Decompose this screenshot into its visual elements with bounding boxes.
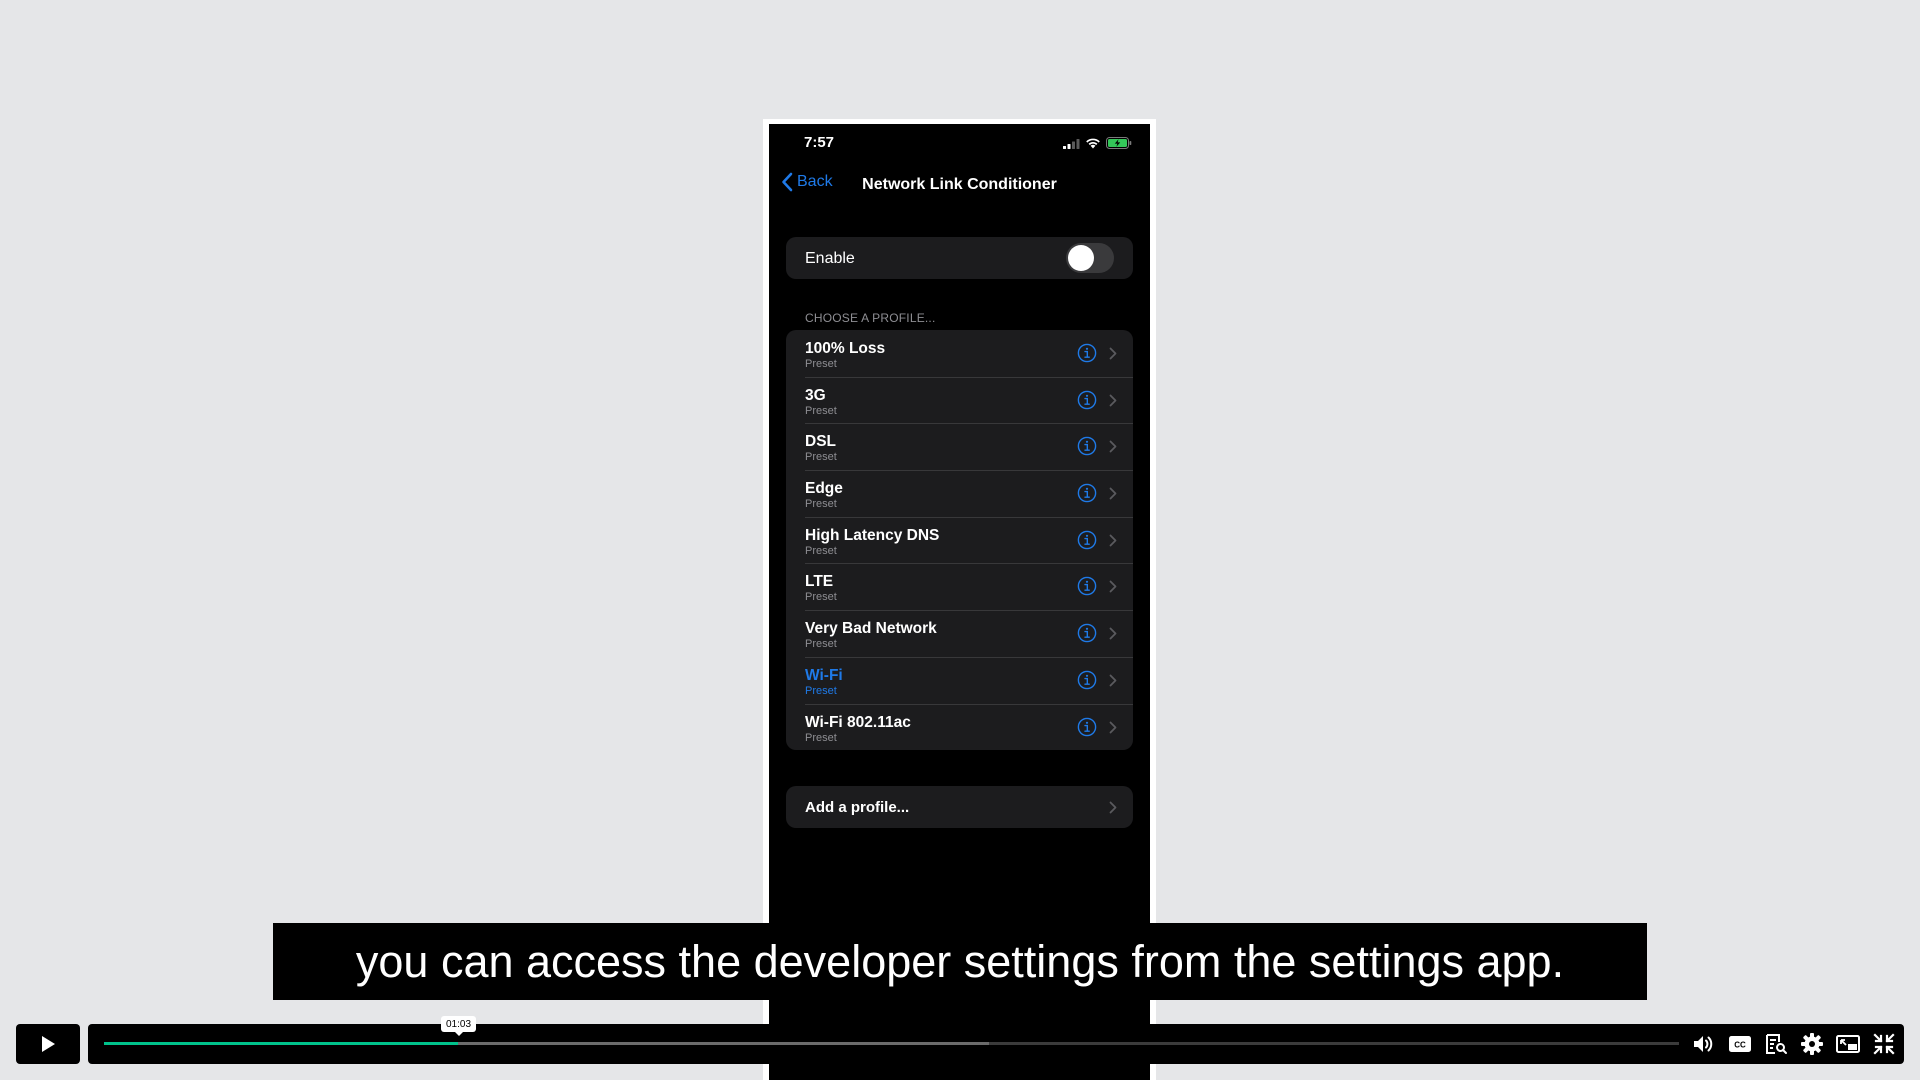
chevron-right-icon	[1109, 347, 1117, 360]
chevron-right-icon	[1109, 721, 1117, 733]
profiles-list: 100% Loss Preset 3G Preset DSL Preset Edge Pres…	[786, 330, 1133, 751]
profile-subtitle: Preset	[805, 498, 837, 511]
cellular-signal-icon	[1063, 138, 1080, 149]
add-profile-label: Add a profile...	[805, 799, 910, 816]
info-icon[interactable]	[1077, 670, 1097, 690]
profile-subtitle: Preset	[805, 451, 837, 464]
enable-toggle[interactable]	[1066, 243, 1114, 273]
transcript-icon[interactable]	[1764, 1032, 1788, 1056]
add-profile-button[interactable]: Add a profile...	[786, 786, 1133, 828]
volume-icon[interactable]	[1692, 1032, 1716, 1056]
profile-row[interactable]: LTE Preset	[786, 563, 1133, 610]
profile-name: Edge	[805, 480, 843, 498]
player-controls: CC	[1692, 1032, 1896, 1056]
chevron-right-icon	[1109, 534, 1117, 547]
navigation-bar: Back Network Link Conditioner	[769, 172, 1150, 202]
profile-row[interactable]: Wi-Fi 802.11ac Preset	[786, 703, 1133, 751]
info-icon[interactable]	[1077, 623, 1097, 643]
play-button[interactable]	[16, 1024, 80, 1064]
info-icon[interactable]	[1077, 717, 1097, 737]
info-icon[interactable]	[1077, 530, 1097, 550]
wifi-icon	[1086, 138, 1100, 149]
status-bar: 7:57	[769, 124, 1150, 158]
video-player: 7:57 Back Network Link Conditioner Enabl…	[0, 0, 1920, 1080]
profile-name: LTE	[805, 573, 834, 591]
profile-row[interactable]: High Latency DNS Preset	[786, 516, 1133, 564]
profile-row[interactable]: 100% Loss Preset	[786, 330, 1133, 377]
profile-row[interactable]: Edge Preset	[786, 470, 1133, 517]
profile-row[interactable]: DSL Preset	[786, 423, 1133, 470]
profile-row[interactable]: Wi-Fi Preset	[786, 656, 1133, 704]
profile-name: Wi-Fi 802.11ac	[805, 713, 911, 731]
section-header: CHOOSE A PROFILE...	[805, 311, 936, 325]
profile-subtitle: Preset	[805, 591, 837, 604]
profile-subtitle: Preset	[805, 684, 837, 697]
info-icon[interactable]	[1077, 343, 1097, 363]
info-icon[interactable]	[1077, 390, 1097, 410]
page-title: Network Link Conditioner	[862, 176, 1057, 193]
control-bar: CC	[88, 1024, 1904, 1064]
picture-in-picture-icon[interactable]	[1836, 1032, 1860, 1056]
info-icon[interactable]	[1077, 436, 1097, 456]
chevron-right-icon	[1109, 487, 1117, 500]
profile-name: Wi-Fi	[805, 666, 843, 684]
toggle-knob	[1068, 245, 1094, 271]
battery-charging-icon	[1106, 137, 1132, 149]
exit-fullscreen-icon[interactable]	[1872, 1032, 1896, 1056]
profile-subtitle: Preset	[805, 731, 837, 744]
profile-name: DSL	[805, 433, 836, 451]
status-icons	[1063, 137, 1132, 149]
info-icon[interactable]	[1077, 576, 1097, 596]
enable-row: Enable	[786, 237, 1133, 279]
play-icon	[42, 1036, 55, 1052]
profile-name: Very Bad Network	[805, 620, 937, 638]
profile-subtitle: Preset	[805, 404, 837, 417]
progress-bar[interactable]	[104, 1042, 1679, 1045]
profile-subtitle: Preset	[805, 358, 837, 370]
chevron-right-icon	[1109, 801, 1117, 814]
info-icon[interactable]	[1077, 483, 1097, 503]
chevron-right-icon	[1109, 581, 1117, 593]
profile-subtitle: Preset	[805, 638, 837, 651]
chevron-right-icon	[1109, 394, 1117, 407]
time-tooltip: 01:03	[441, 1016, 476, 1036]
profile-name: 100% Loss	[805, 340, 886, 357]
settings-icon[interactable]	[1800, 1032, 1824, 1056]
profile-row[interactable]: 3G Preset	[786, 376, 1133, 424]
chevron-right-icon	[1109, 440, 1117, 453]
closed-captions-icon[interactable]: CC	[1728, 1032, 1752, 1056]
status-time: 7:57	[804, 134, 835, 151]
enable-label: Enable	[805, 250, 855, 267]
svg-text:CC: CC	[1734, 1041, 1746, 1050]
profile-name: High Latency DNS	[805, 526, 940, 544]
progress-played	[104, 1042, 459, 1045]
profile-name: 3G	[805, 386, 826, 404]
subtitle-caption: you can access the developer settings fr…	[273, 923, 1647, 1000]
profile-subtitle: Preset	[805, 544, 837, 557]
chevron-right-icon	[1109, 627, 1117, 640]
profile-row[interactable]: Very Bad Network Preset	[786, 610, 1133, 657]
chevron-right-icon	[1109, 674, 1117, 687]
